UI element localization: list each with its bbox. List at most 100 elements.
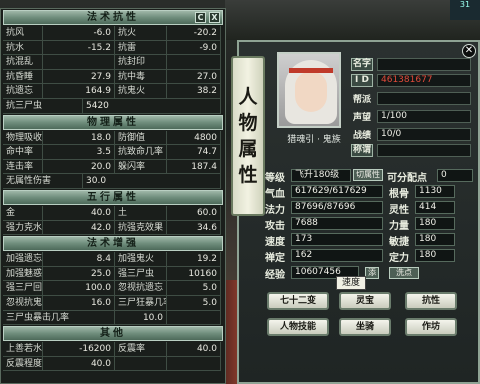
section-title: 其他 xyxy=(100,328,126,340)
close-icon[interactable]: ✕ xyxy=(462,44,476,58)
stat-label: 抗中毒 xyxy=(115,69,167,85)
stat-label: 躲闪率 xyxy=(115,159,167,175)
stat-value: 187.4 xyxy=(167,159,221,175)
stat-label: 抗混乱 xyxy=(3,55,43,70)
character-attributes-panel: ✕ 人 物 属 性 猎魂引 · 鬼族 名字 I D 461381677 帮派 声… xyxy=(231,40,480,384)
speed-label: 速度 xyxy=(265,237,285,248)
transformation-button[interactable]: 七十二变 xyxy=(267,292,329,310)
mount-button[interactable]: 坐骑 xyxy=(339,318,391,336)
physical-grid: 物理吸收率 18.0 防御值 4800 命中率 3.5 抗致命几率 74.7 连… xyxy=(3,130,223,175)
wash-points-button[interactable]: 洗点 xyxy=(389,267,419,279)
stat-value: 4800 xyxy=(167,130,221,146)
collapse-button[interactable]: C xyxy=(195,12,206,23)
stat-label: 加强鬼火 xyxy=(115,252,167,267)
stat-value: 5420 xyxy=(83,98,221,114)
stat-value: -16200 xyxy=(43,342,115,357)
stat-label: 物理吸收率 xyxy=(3,130,43,146)
stat-label: 抗遗忘 xyxy=(3,84,43,99)
stat-value: 74.7 xyxy=(167,145,221,160)
close-panel-button[interactable]: X xyxy=(209,12,220,23)
section-title: 法术增强 xyxy=(87,238,139,250)
meditation-value: 162 xyxy=(291,249,383,262)
mp-value: 87696/87696 xyxy=(291,201,383,214)
stat-label: 忽视抗鬼火 xyxy=(3,295,43,311)
id-label: I D xyxy=(351,74,373,87)
resistance-button[interactable]: 抗性 xyxy=(405,292,457,310)
liliang-label: 力量 xyxy=(389,221,409,232)
battle-label: 战绩 xyxy=(352,131,371,141)
section-title: 物理属性 xyxy=(87,116,139,128)
add-exp-button[interactable]: 添 xyxy=(365,267,379,279)
section-title: 五行属性 xyxy=(87,191,139,203)
stat-label: 金 xyxy=(3,205,43,221)
stat-value: 164.9 xyxy=(43,84,115,99)
stat-value: 100.0 xyxy=(43,281,115,296)
experience-label: 经验 xyxy=(265,270,285,281)
section-header-spell-boost: 法术增强 xyxy=(3,236,223,252)
stat-label: 抗昏睡 xyxy=(3,69,43,85)
portrait-headband xyxy=(289,68,333,73)
stat-value: 27.0 xyxy=(167,69,221,85)
switch-attribute-button[interactable]: 切属性 xyxy=(353,169,383,181)
stat-label: 抗火 xyxy=(115,26,167,41)
gang-field xyxy=(377,92,471,105)
name-label: 名字 xyxy=(351,58,373,71)
workshop-button[interactable]: 作坊 xyxy=(405,318,457,336)
stat-value: 40.0 xyxy=(43,356,115,372)
minjie-label: 敏捷 xyxy=(389,237,409,248)
stat-label: 抗致命几率 xyxy=(115,145,167,160)
stat-value: -15.2 xyxy=(43,40,115,56)
background-roof xyxy=(225,0,480,40)
stat-value: 10160 xyxy=(167,266,221,282)
free-points-label: 可分配点 xyxy=(387,173,427,184)
stat-value: 5.0 xyxy=(167,295,221,311)
character-skills-button[interactable]: 人物技能 xyxy=(267,318,329,336)
stat-value: 10.0 xyxy=(115,310,167,326)
gang-label: 帮派 xyxy=(352,95,371,105)
hp-label: 气血 xyxy=(265,189,285,200)
portrait-face xyxy=(295,72,327,112)
grade-label: 等级 xyxy=(265,173,285,184)
grade-value: 飞升180级 xyxy=(291,169,351,182)
stat-label: 加强遗忘 xyxy=(3,252,43,267)
stat-value: 3.5 xyxy=(43,145,115,160)
spirit-treasure-button[interactable]: 灵宝 xyxy=(339,292,391,310)
resistance-panel: 法术抗性 C X 抗风 -6.0 抗火 -20.2 抗水 -15.2 抗雷 -9… xyxy=(0,8,226,384)
stat-value: 38.2 xyxy=(167,84,221,99)
empty-cell xyxy=(115,356,167,372)
name-field xyxy=(377,58,471,71)
dingli-label: 定力 xyxy=(389,253,409,264)
stat-label: 抗鬼火 xyxy=(115,84,167,99)
character-race-label: 猎魂引 · 鬼族 xyxy=(287,135,341,145)
character-portrait xyxy=(277,52,341,128)
stat-value: 40.0 xyxy=(167,342,221,357)
stat-value: 20.0 xyxy=(43,159,115,175)
section-title: 法术抗性 xyxy=(87,12,139,23)
stat-label: 三尸狂暴几率 xyxy=(115,295,167,311)
id-field: 461381677 xyxy=(377,74,471,87)
stat-label: 抗强克效果 xyxy=(115,220,167,236)
stat-label: 抗雷 xyxy=(115,40,167,56)
stat-label: 抗三尸虫 xyxy=(3,98,83,114)
stat-value: 40.0 xyxy=(43,205,115,221)
stat-value: -20.2 xyxy=(167,26,221,41)
title-button[interactable]: 称谓 xyxy=(351,144,373,157)
stat-value: 27.9 xyxy=(43,69,115,85)
resist-grid: 抗风 -6.0 抗火 -20.2 抗水 -15.2 抗雷 -9.0 抗混乱 抗封… xyxy=(3,26,223,99)
hp-value: 617629/617629 xyxy=(291,185,383,198)
stat-value xyxy=(43,55,115,70)
stat-label: 连击率 xyxy=(3,159,43,175)
stat-label: 忽视抗遗忘 xyxy=(115,281,167,296)
stat-value: 5.0 xyxy=(167,281,221,296)
lingxing-value: 414 xyxy=(415,201,455,214)
stat-label: 三尸虫暴击几率 xyxy=(3,310,115,326)
attack-label: 攻击 xyxy=(265,221,285,232)
physical-extra-row: 无属性伤害 30.0 xyxy=(3,174,223,189)
stat-value: 25.0 xyxy=(43,266,115,282)
meditation-label: 禅定 xyxy=(265,253,285,264)
minjie-value: 180 xyxy=(415,233,455,246)
top-right-badge[interactable]: 31 xyxy=(450,0,480,20)
lingxing-label: 灵性 xyxy=(389,205,409,216)
stat-label: 命中率 xyxy=(3,145,43,160)
title-char: 物 xyxy=(238,112,258,134)
